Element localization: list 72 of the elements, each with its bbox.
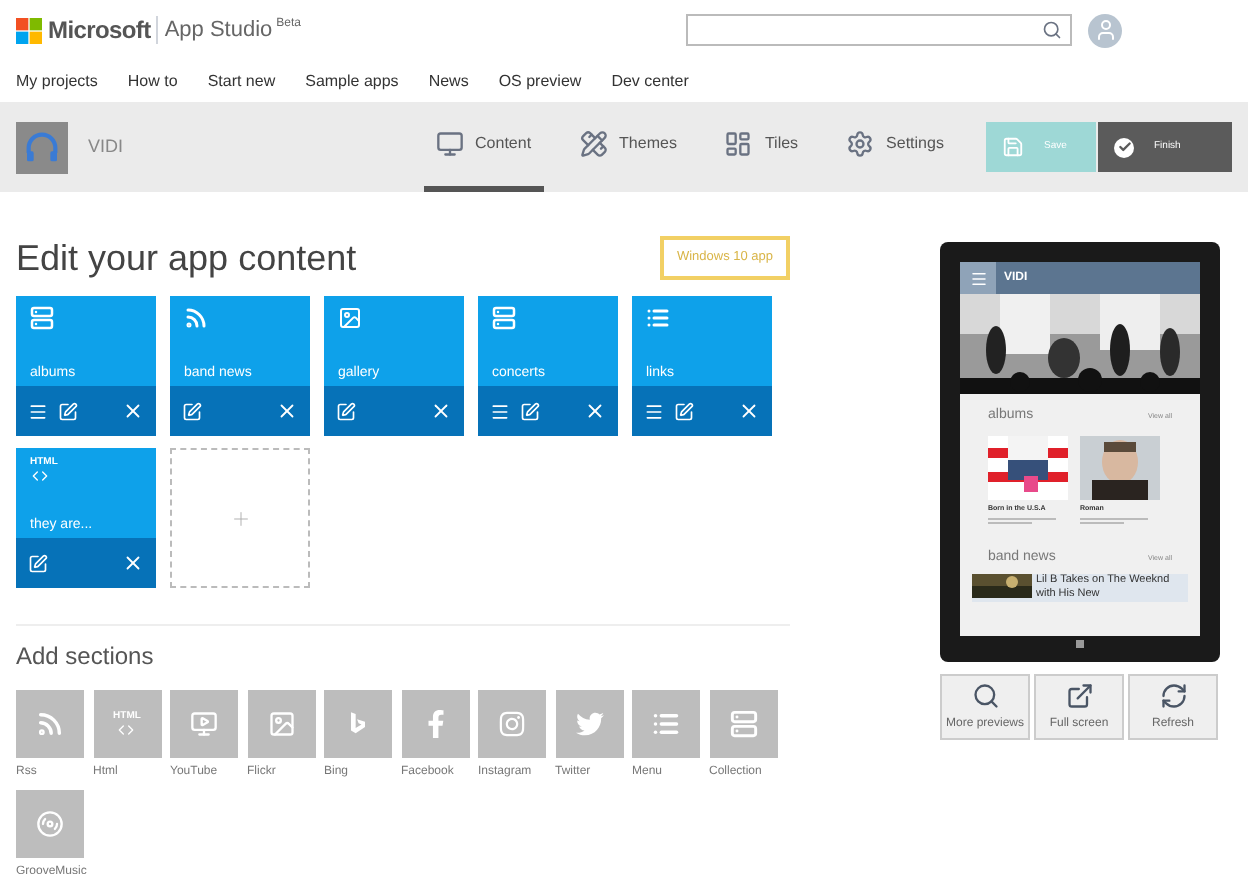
windows-logo-icon [16,17,42,43]
reorder-icon[interactable] [490,401,510,421]
gear-icon [846,130,875,158]
section-type-tile[interactable] [324,690,392,758]
stack-icon [729,710,757,738]
nav-link[interactable]: Start new [207,69,276,93]
section-type-tile[interactable] [247,690,315,758]
tab[interactable]: Content [423,102,544,192]
plus-icon [229,507,251,529]
tab[interactable]: Settings [834,102,956,192]
close-icon[interactable] [122,400,144,422]
code-icon [116,721,137,737]
tiles-icon [724,130,753,158]
list-icon [652,710,680,738]
edit-icon[interactable] [58,401,78,421]
close-icon[interactable] [122,552,144,574]
search-field[interactable] [686,14,1072,46]
save-icon [1002,136,1024,158]
section-type-tile[interactable] [555,690,623,758]
refresh-icon [1159,681,1187,709]
section-type-tile[interactable] [401,690,469,758]
close-icon[interactable] [738,400,760,422]
product-name: App Studio [164,15,273,46]
close-icon[interactable] [584,400,606,422]
nav-link[interactable]: How to [127,69,178,93]
nav-link[interactable]: OS preview [498,69,582,93]
edit-icon[interactable] [28,553,48,573]
search-icon [971,681,999,709]
tab[interactable]: Themes [567,102,689,192]
reorder-icon[interactable] [644,401,664,421]
edit-icon[interactable] [520,401,540,421]
app-icon [16,121,68,173]
windows-button-icon [1076,640,1084,648]
disc-icon [36,810,64,838]
twitter-icon [575,710,603,738]
nav-link[interactable]: Sample apps [305,69,399,93]
section-type-tile[interactable] [478,690,546,758]
check-icon [1114,137,1134,157]
page-title: Edit your app content [16,235,357,282]
menu-icon [960,262,996,294]
section-type-tile[interactable] [170,690,238,758]
image-icon [267,710,295,738]
close-icon[interactable] [430,400,452,422]
instagram-icon [498,710,526,738]
rss-icon [184,306,208,330]
video-icon [190,710,218,738]
app-name: VIDI [88,133,124,160]
tab[interactable]: Tiles [712,102,811,192]
expand-icon [1065,681,1093,709]
section-type-tile[interactable] [709,690,777,758]
code-icon [30,468,50,484]
pencil-ruler-icon [579,130,608,158]
reorder-icon[interactable] [28,401,48,421]
edit-icon[interactable] [336,401,356,421]
edit-icon[interactable] [182,401,202,421]
list-icon [646,306,670,330]
search-icon [1042,20,1062,40]
section-type-tile[interactable] [16,790,84,858]
nav-link[interactable]: Dev center [611,69,689,93]
monitor-icon [435,130,464,158]
stack-icon [492,306,516,330]
section-heading: Add sections [16,640,156,674]
section-type-tile[interactable] [632,690,700,758]
nav-link[interactable]: News [428,69,469,93]
stack-icon [30,306,54,330]
close-icon[interactable] [276,400,298,422]
section-type-tile[interactable] [16,690,84,758]
edit-icon[interactable] [674,401,694,421]
image-icon [338,306,362,330]
nav-link[interactable]: My projects [16,69,98,93]
rss-icon [36,710,64,738]
brand-name: Microsoft [48,14,151,48]
